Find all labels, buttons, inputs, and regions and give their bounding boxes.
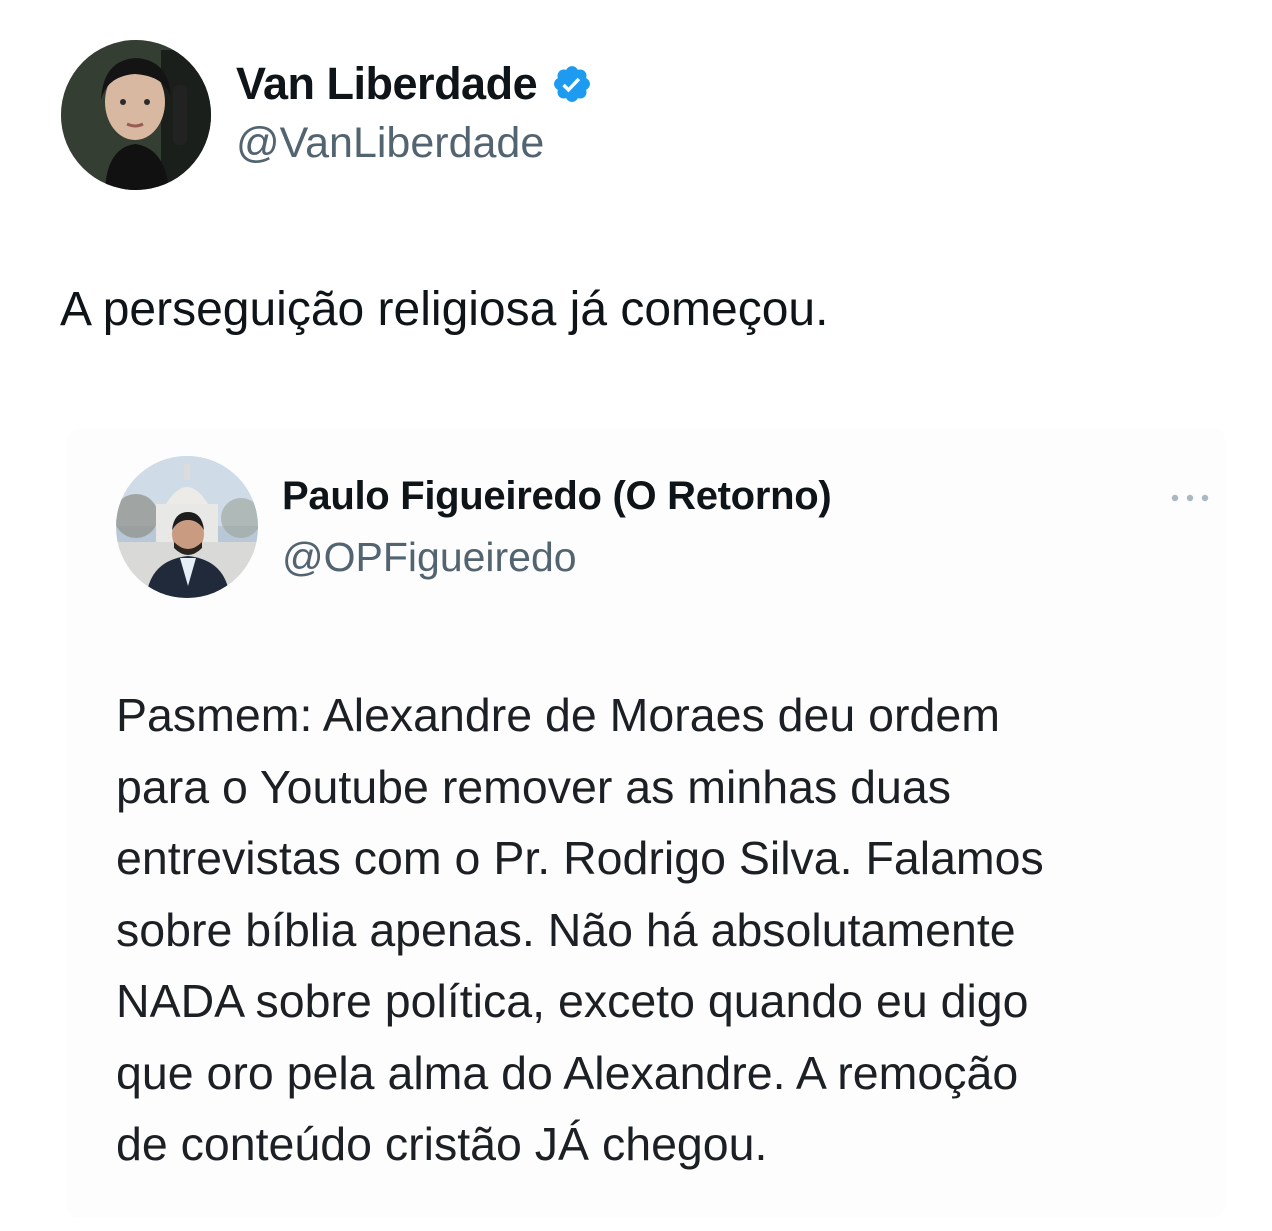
author-name-row: Van Liberdade bbox=[236, 56, 593, 112]
quoted-tweet-line: de conteúdo cristão JÁ chegou. bbox=[116, 1118, 768, 1170]
quoted-tweet-line: entrevistas com o Pr. Rodrigo Silva. Fal… bbox=[116, 832, 1044, 884]
user-photo-avatar-icon bbox=[116, 456, 258, 598]
quoted-author-name[interactable]: Paulo Figueiredo (O Retorno) bbox=[282, 474, 832, 519]
author-handle[interactable]: @VanLiberdade bbox=[236, 119, 544, 168]
quoted-author-avatar[interactable] bbox=[116, 456, 258, 598]
author-name[interactable]: Van Liberdade bbox=[236, 58, 538, 110]
quoted-tweet-line: que oro pela alma do Alexandre. A remoçã… bbox=[116, 1046, 1019, 1099]
author-avatar[interactable] bbox=[61, 40, 211, 190]
verified-badge-icon bbox=[551, 63, 593, 105]
quoted-tweet-line: sobre bíblia apenas. Não há absolutament… bbox=[116, 903, 1016, 956]
quoted-tweet-text: Pasmem: Alexandre de Moraes deu ordem pa… bbox=[116, 680, 1196, 1181]
quoted-author-handle[interactable]: @OPFigueiredo bbox=[282, 534, 577, 581]
quoted-tweet-line: NADA sobre política, exceto quando eu di… bbox=[116, 975, 1029, 1027]
tweet-text: A perseguição religiosa já começou. bbox=[60, 283, 829, 336]
quoted-tweet-line: para o Youtube remover as minhas duas bbox=[116, 760, 951, 813]
quoted-tweet-line: Pasmem: Alexandre de Moraes deu ordem bbox=[116, 689, 1000, 741]
ellipsis-icon[interactable] bbox=[1168, 490, 1212, 506]
user-photo-avatar-icon bbox=[61, 40, 211, 190]
